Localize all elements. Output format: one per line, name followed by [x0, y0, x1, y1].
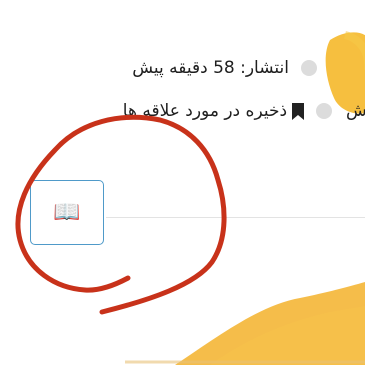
open-book-icon: 📖: [53, 200, 81, 225]
save-favorite-link[interactable]: ذخیره در مورد علاقه ها: [122, 101, 305, 121]
reader-mode-button[interactable]: 📖: [30, 180, 104, 245]
published-time-text: انتشار: 58 دقیقه پیش: [132, 58, 289, 78]
screenshot-stage: انتشار: 58 دقیقه پیش رش ذخیره در مورد عل…: [0, 0, 365, 365]
content-divider: [106, 217, 365, 218]
bookmark-icon: [292, 102, 305, 120]
bullet-icon: [301, 60, 317, 76]
bullet-icon: [316, 103, 333, 119]
save-favorite-label: ذخیره در مورد علاقه ها: [122, 101, 288, 121]
meta-actions-row: رش ذخیره در مورد علاقه ها: [123, 101, 365, 121]
truncated-meta-text: رش: [346, 101, 365, 121]
published-meta-item: انتشار: 58 دقیقه پیش: [132, 58, 317, 78]
